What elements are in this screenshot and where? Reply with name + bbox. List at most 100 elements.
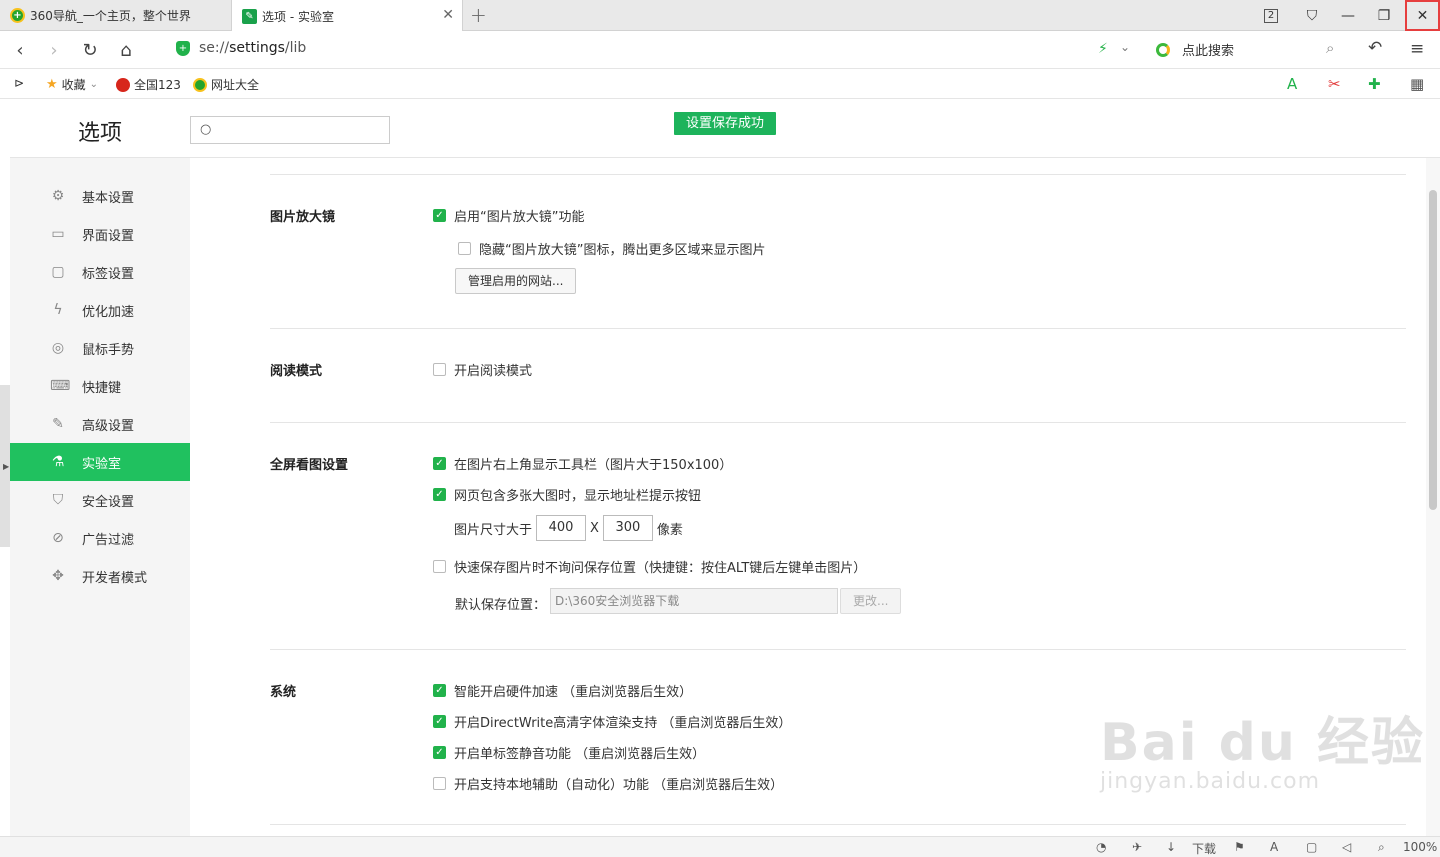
chevron-down-icon[interactable]: ⌄ <box>1120 40 1130 54</box>
puzzle-icon: ✥ <box>52 568 64 584</box>
accessibility-checkbox[interactable]: 开启支持本地辅助（自动化）功能 （重启浏览器后生效） <box>433 774 783 793</box>
wrench-icon: ✎ <box>242 8 257 24</box>
mute-icon[interactable]: ◁ <box>1342 840 1351 854</box>
image-width-input[interactable]: 400 <box>536 515 587 541</box>
page-title: 选项 <box>78 121 123 146</box>
restore-button[interactable]: ❐ <box>1366 0 1402 31</box>
url-suffix: /lib <box>284 40 307 56</box>
divider <box>270 422 1406 423</box>
fullscreen-addressbar-checkbox[interactable]: ✓ 网页包含多张大图时，显示地址栏提示按钮 <box>433 485 701 504</box>
bookmark-label: 网址大全 <box>211 78 260 92</box>
back-button[interactable]: ‹ <box>8 39 32 61</box>
sidebar-item-interface[interactable]: ▭ 界面设置 <box>10 215 190 253</box>
bookmark-quanguo123[interactable]: 全国123 <box>116 76 181 93</box>
sidebar-item-tabs[interactable]: ▢ 标签设置 <box>10 253 190 291</box>
mouse-icon: ◎ <box>51 340 65 356</box>
section-title-reading: 阅读模式 <box>270 364 323 379</box>
image-size-row: 图片尺寸大于 400 X 300 像素 <box>454 515 683 541</box>
window-icon[interactable]: ▢ <box>1306 840 1317 854</box>
block-icon: ⊘ <box>52 530 64 546</box>
tab-settings-lab[interactable]: ✎ 选项 - 实验室 ✕ <box>231 0 463 32</box>
search-engine-logo-icon <box>1156 42 1170 57</box>
fullscreen-toolbar-checkbox[interactable]: ✓ 在图片右上角显示工具栏（图片大于150x100） <box>433 454 732 473</box>
change-location-button[interactable]: 更改... <box>840 588 902 614</box>
zoom-icon[interactable]: ⌕ <box>1378 840 1385 855</box>
settings-search-input[interactable]: ○ <box>190 116 390 144</box>
mute-tab-checkbox[interactable]: ✓ 开启单标签静音功能 （重启浏览器后生效） <box>433 743 705 762</box>
search-box[interactable]: 点此搜索 <box>1156 40 1234 59</box>
translate-icon[interactable]: A <box>1270 840 1278 854</box>
sidebar-item-security[interactable]: ⛉ 安全设置 <box>10 481 190 519</box>
extensions-icon[interactable]: ▦ <box>1410 75 1424 93</box>
sidebar-item-label: 开发者模式 <box>82 570 148 586</box>
hw-accel-checkbox[interactable]: ✓ 智能开启硬件加速 （重启浏览器后生效） <box>433 681 692 700</box>
menu-icon[interactable]: ≡ <box>1410 39 1424 59</box>
times-label: X <box>590 520 599 536</box>
scrollbar-thumb[interactable] <box>1429 190 1437 510</box>
checkbox-checked-icon: ✓ <box>433 746 446 759</box>
settings-sidebar: ⚙ 基本设置 ▭ 界面设置 ▢ 标签设置 ϟ 优化加速 ◎ 鼠标手势 ⌨ 快捷键… <box>10 158 190 836</box>
chevron-down-icon: ⌄ <box>89 79 99 90</box>
divider <box>270 649 1406 650</box>
sidebar-item-shortcuts[interactable]: ⌨ 快捷键 <box>10 367 190 405</box>
scissors-icon[interactable]: ✂ <box>1328 75 1341 93</box>
360-logo-icon: + <box>10 8 25 23</box>
option-label: 智能开启硬件加速 （重启浏览器后生效） <box>454 685 693 700</box>
option-label: 启用“图片放大镜”功能 <box>454 210 585 225</box>
manage-sites-button[interactable]: 管理启用的网站... <box>455 268 577 294</box>
sidebar-item-label: 鼠标手势 <box>82 342 135 358</box>
option-label: 开启支持本地辅助（自动化）功能 （重启浏览器后生效） <box>454 778 784 793</box>
undo-close-icon[interactable]: ↶ <box>1368 38 1382 58</box>
tab-bar: + 360导航_一个主页，整个世界 ✎ 选项 - 实验室 ✕ + 2 ⛉ — ❐… <box>0 0 1440 32</box>
image-height-input[interactable]: 300 <box>602 515 653 541</box>
search-icon: ○ <box>200 122 212 137</box>
close-tab-icon[interactable]: ✕ <box>442 7 454 23</box>
option-label: 隐藏“图片放大镜”图标，腾出更多区域来显示图片 <box>479 243 766 258</box>
option-label: 快速保存图片时不询问保存位置（快捷键：按住ALT键后左键单击图片） <box>454 561 867 576</box>
unit-label: 像素 <box>656 522 683 538</box>
section-title-fullscreen: 全屏看图设置 <box>270 458 349 473</box>
speed-mode-icon[interactable]: ⚡ <box>1098 41 1108 57</box>
reload-button[interactable]: ↻ <box>78 39 102 61</box>
sidebar-item-basic[interactable]: ⚙ 基本设置 <box>10 177 190 215</box>
sidebar-item-label: 广告过滤 <box>82 532 135 548</box>
quick-save-checkbox[interactable]: 快速保存图片时不询问保存位置（快捷键：按住ALT键后左键单击图片） <box>433 557 866 576</box>
address-bar[interactable]: + se://settings/lib <box>176 40 306 56</box>
sidebar-toggle-icon[interactable]: ⊳ <box>14 76 24 90</box>
tab-360-home[interactable]: + 360导航_一个主页，整个世界 <box>0 0 230 31</box>
home-button[interactable]: ⌂ <box>114 39 138 61</box>
sidebar-item-adblock[interactable]: ⊘ 广告过滤 <box>10 519 190 557</box>
sidebar-item-optimize[interactable]: ϟ 优化加速 <box>10 291 190 329</box>
bookmark-url-daquan[interactable]: 网址大全 <box>193 76 259 93</box>
forward-button[interactable]: › <box>42 39 66 61</box>
directwrite-checkbox[interactable]: ✓ 开启DirectWrite高清字体渲染支持 （重启浏览器后生效） <box>433 712 791 731</box>
tab-count-button[interactable]: 2 <box>1253 0 1289 31</box>
skin-icon[interactable]: ⛉ <box>1294 0 1330 31</box>
sidebar-item-lab[interactable]: ⚗ 实验室 <box>10 443 190 481</box>
search-icon[interactable]: ⌕ <box>1326 39 1334 57</box>
image-size-label: 图片尺寸大于 <box>454 522 533 538</box>
minimize-button[interactable]: — <box>1330 0 1366 31</box>
game-icon[interactable]: ✚ <box>1368 75 1381 93</box>
magnifier-hide-icon-checkbox[interactable]: 隐藏“图片放大镜”图标，腾出更多区域来显示图片 <box>458 239 765 258</box>
pin-icon[interactable]: ✈ <box>1132 840 1142 854</box>
download-label[interactable]: 下载 <box>1192 840 1216 857</box>
wrench-icon: ✎ <box>52 416 64 432</box>
tab-count: 2 <box>1263 8 1279 23</box>
reading-mode-checkbox[interactable]: 开启阅读模式 <box>433 360 532 379</box>
sidebar-item-advanced[interactable]: ✎ 高级设置 <box>10 405 190 443</box>
bookmark-favorites[interactable]: ★ 收藏 ⌄ <box>46 76 98 93</box>
sidebar-item-mouse-gesture[interactable]: ◎ 鼠标手势 <box>10 329 190 367</box>
bookmark-label: 全国123 <box>134 78 181 92</box>
zoom-level[interactable]: 100% <box>1403 840 1437 854</box>
section-title-system: 系统 <box>270 685 297 700</box>
flag-icon[interactable]: ⚑ <box>1234 840 1245 854</box>
close-window-button[interactable]: ✕ <box>1405 0 1440 31</box>
bolt-icon: ϟ <box>53 302 63 318</box>
download-arrow-icon[interactable]: ↓ <box>1166 840 1176 854</box>
sidebar-item-developer[interactable]: ✥ 开发者模式 <box>10 557 190 595</box>
translate-icon[interactable]: A <box>1287 75 1297 93</box>
new-tab-button[interactable]: + <box>470 3 487 27</box>
speed-icon[interactable]: ◔ <box>1096 840 1106 854</box>
magnifier-enable-checkbox[interactable]: ✓ 启用“图片放大镜”功能 <box>433 206 584 225</box>
